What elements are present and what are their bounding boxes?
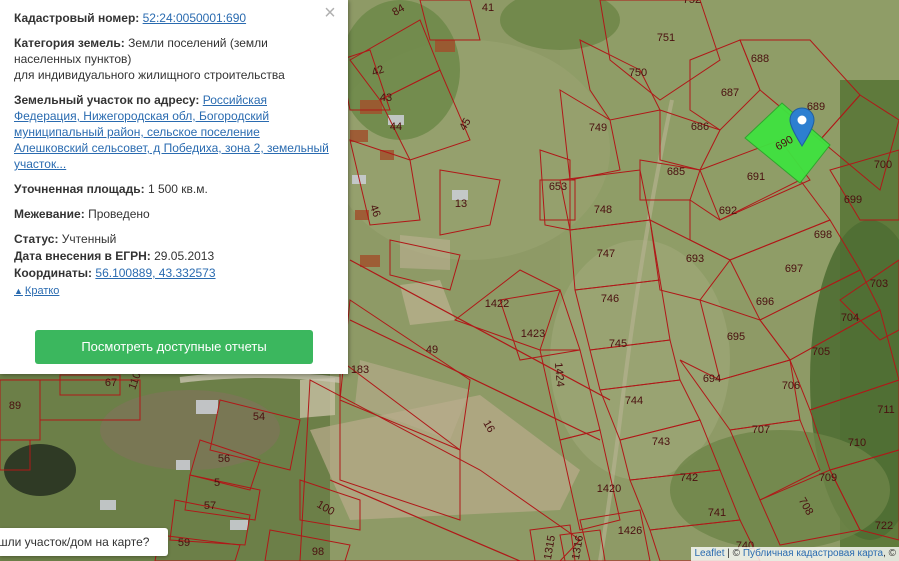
plot-label-653: 653 (549, 181, 567, 193)
plot-label-688: 688 (751, 53, 769, 65)
plot-label-706: 706 (782, 380, 800, 392)
plot-label-703: 703 (870, 278, 888, 290)
plot-label-183: 183 (351, 364, 369, 376)
status-row: Статус: Учтенный (14, 231, 334, 247)
collapse-link[interactable]: ▲ Кратко (14, 283, 59, 299)
map-attribution: Leaflet | © Публичная кадастровая карта,… (691, 547, 899, 561)
plot-label-49: 49 (426, 344, 438, 356)
plot-label-59: 59 (178, 537, 190, 549)
plot-label-692: 692 (719, 205, 737, 217)
plot-label-746: 746 (601, 293, 619, 305)
cadastral-map-link[interactable]: Публичная кадастровая карта (743, 548, 883, 559)
plot-label-41: 41 (482, 2, 494, 14)
plot-label-747: 747 (597, 248, 615, 260)
attribution-separator: | © (724, 548, 743, 559)
plot-label-5: 5 (214, 477, 220, 489)
status-label: Статус: (14, 232, 59, 246)
egrn-date-row: Дата внесения в ЕГРН: 29.05.2013 (14, 248, 334, 264)
plot-label-750: 750 (629, 67, 647, 79)
find-plot-prompt-text: шли участок/дом на карте? (0, 535, 150, 549)
plot-label-1422: 1422 (485, 298, 509, 310)
cadastral-number-label: Кадастровый номер: (14, 11, 140, 25)
plot-label-697: 697 (785, 263, 803, 275)
plot-label-749: 749 (589, 122, 607, 134)
plot-label-743: 743 (652, 436, 670, 448)
plot-label-13: 13 (455, 198, 467, 210)
close-icon[interactable]: × (322, 3, 338, 23)
coordinates-link[interactable]: 56.100889, 43.332573 (95, 266, 215, 280)
area-row: Уточненная площадь: 1 500 кв.м. (14, 181, 334, 197)
collapse-label: Кратко (24, 285, 60, 297)
plot-label-694: 694 (703, 373, 721, 385)
plot-label-1424: 1424 (552, 362, 566, 387)
cadastral-number-link[interactable]: 52:24:0050001:690 (143, 11, 246, 25)
plot-label-744: 744 (625, 395, 643, 407)
cadastral-number-row: Кадастровый номер: 52:24:0050001:690 (14, 10, 334, 26)
category-label: Категория земель: (14, 36, 125, 50)
survey-value: Проведено (88, 207, 150, 221)
plot-info-panel: × Кадастровый номер: 52:24:0050001:690 К… (0, 0, 348, 374)
view-reports-button[interactable]: Посмотреть доступные отчеты (35, 330, 313, 364)
plot-label-751: 751 (657, 32, 675, 44)
plot-label-705: 705 (812, 346, 830, 358)
survey-label: Межевание: (14, 207, 85, 221)
plot-label-89: 89 (9, 400, 21, 412)
plot-label-689: 689 (807, 101, 825, 113)
plot-label-698: 698 (814, 229, 832, 241)
plot-label-709: 709 (819, 472, 837, 484)
plot-label-57: 57 (204, 500, 216, 512)
plot-label-1423: 1423 (521, 328, 545, 340)
area-label: Уточненная площадь: (14, 182, 145, 196)
find-plot-prompt[interactable]: шли участок/дом на карте? (0, 528, 168, 556)
plot-label-98: 98 (312, 546, 324, 558)
plot-label-1420: 1420 (597, 483, 621, 495)
plot-label-691: 691 (747, 171, 765, 183)
survey-row: Межевание: Проведено (14, 206, 334, 222)
leaflet-link[interactable]: Leaflet (694, 548, 724, 559)
triangle-up-icon: ▲ (14, 286, 23, 296)
attribution-tail: , © (883, 548, 896, 559)
coordinates-label: Координаты: (14, 266, 93, 280)
plot-label-686: 686 (691, 121, 709, 133)
plot-label-700: 700 (874, 159, 892, 171)
plot-label-56: 56 (218, 453, 230, 465)
plot-label-1426: 1426 (618, 525, 642, 537)
plot-label-685: 685 (667, 166, 685, 178)
egrn-date-value: 29.05.2013 (154, 249, 215, 263)
collapse-row: ▲ Кратко (14, 282, 334, 299)
plot-label-696: 696 (756, 296, 774, 308)
plot-label-742: 742 (680, 472, 698, 484)
category-usage: для индивидуального жилищного строительс… (14, 68, 285, 82)
category-row: Категория земель: Земли поселений (земли… (14, 35, 334, 83)
plot-label-722: 722 (875, 520, 893, 532)
coordinates-row: Координаты: 56.100889, 43.332573 (14, 265, 334, 281)
plot-label-748: 748 (594, 204, 612, 216)
plot-label-693: 693 (686, 253, 704, 265)
plot-label-687: 687 (721, 87, 739, 99)
status-value: Учтенный (61, 232, 117, 246)
plot-label-745: 745 (609, 338, 627, 350)
plot-label-699: 699 (844, 194, 862, 206)
area-value: 1 500 кв.м. (147, 182, 208, 196)
plot-label-695: 695 (727, 331, 745, 343)
plot-label-711: 711 (877, 404, 895, 416)
plot-label-54: 54 (253, 411, 265, 423)
plot-label-704: 704 (841, 312, 859, 324)
address-row: Земельный участок по адресу: Российская … (14, 92, 334, 172)
plot-label-707: 707 (752, 424, 770, 436)
plot-label-43: 43 (380, 92, 392, 104)
plot-label-752: 752 (683, 0, 701, 6)
plot-label-44: 44 (390, 121, 402, 133)
address-label: Земельный участок по адресу: (14, 93, 200, 107)
plot-label-67: 67 (105, 377, 117, 389)
plot-label-741: 741 (708, 507, 726, 519)
plot-label-710: 710 (848, 437, 866, 449)
egrn-date-label: Дата внесения в ЕГРН: (14, 249, 151, 263)
